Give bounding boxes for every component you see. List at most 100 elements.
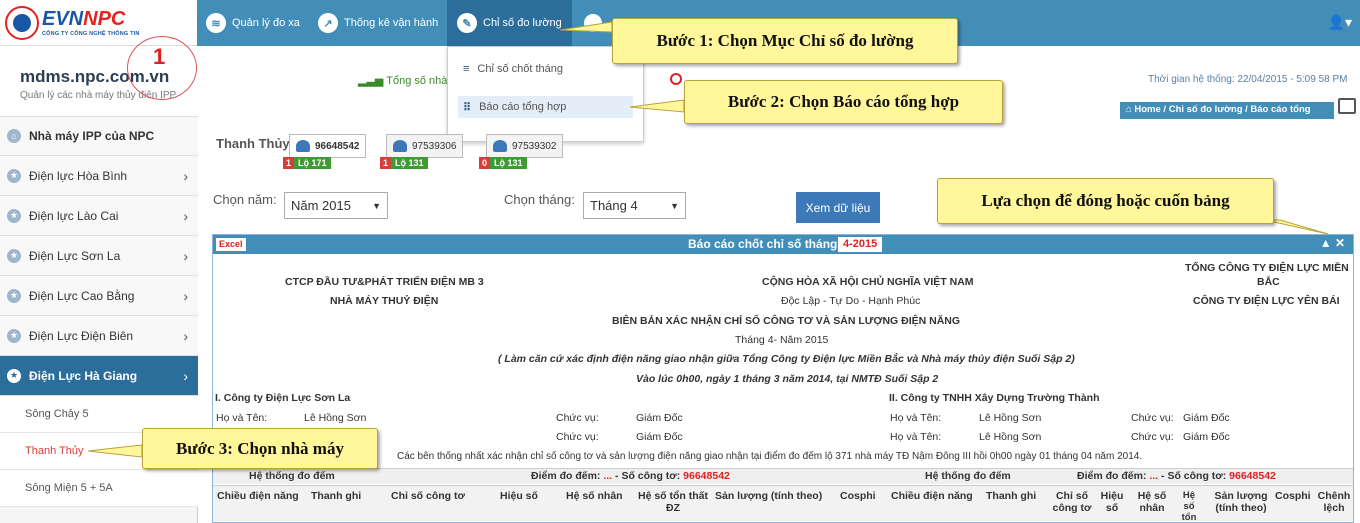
col-header: Thanh ghi — [986, 490, 1037, 502]
edit-icon: ✎ — [457, 13, 477, 33]
col-header: Chênh lệch — [1317, 490, 1351, 514]
sidebar-item-npc-ipp[interactable]: ⌂ Nhà máy IPP của NPC — [0, 116, 198, 156]
gauge-icon — [493, 140, 507, 152]
chevron-right-icon: › — [183, 207, 188, 224]
doc-cv-1: Chức vụ: — [556, 412, 599, 424]
doc-hvt-1: Họ và Tên: — [216, 412, 268, 424]
star-icon: ★ — [7, 288, 21, 303]
chevron-right-icon: › — [183, 287, 188, 304]
col-header: Thanh ghi — [311, 490, 362, 502]
grid-icon: ⠿ — [463, 101, 472, 114]
meter-button-3[interactable]: 97539302 — [486, 134, 563, 158]
doc-pos-1b: Giám Đốc — [636, 431, 683, 443]
sidebar-sub-song-mien[interactable]: Sông Miện 5 + 5A — [0, 470, 198, 507]
callout-step-3: Bước 3: Chọn nhà máy — [142, 428, 378, 469]
monitor-icon[interactable] — [1338, 98, 1356, 114]
sidebar-item-ha-giang[interactable]: ★ Điện Lực Hà Giang › — [0, 356, 198, 396]
doc-time: Vào lúc 0h00, ngày 1 tháng 3 năm 2014, t… — [636, 373, 939, 385]
doc-agreement: Các bên thống nhất xác nhận chỉ số công … — [397, 451, 1143, 462]
group-system-1: Hệ thống đo đếm — [249, 470, 335, 482]
nav-remote-management[interactable]: ≋ Quản lý đo xa — [200, 0, 306, 46]
doc-pos-2: Giám Đốc — [1183, 412, 1230, 424]
year-label: Chọn năm: — [213, 192, 277, 207]
circle-icon — [584, 14, 602, 32]
plant-name: Thanh Thủy — [216, 136, 290, 151]
col-header: Cosphi — [1275, 490, 1311, 502]
chart-line-icon: ↗ — [318, 13, 338, 33]
doc-party-2: II. Công ty TNHH Xây Dựng Trường Thành — [889, 392, 1100, 404]
col-header: Hệ số tổn — [1181, 490, 1197, 523]
sidebar-item-cao-bang[interactable]: ★ Điện Lực Cao Bằng › — [0, 276, 198, 316]
meter-button-2[interactable]: 97539306 — [386, 134, 463, 158]
caret-down-icon: ▼ — [372, 200, 381, 211]
home-icon: ⌂ — [7, 129, 21, 143]
gauge-icon — [296, 140, 310, 152]
doc-plant-left: NHÀ MÁY THUỶ ĐIỆN — [330, 295, 439, 307]
group-point-1: Điểm đo đếm: ... - Số công tơ: 96648542 — [531, 470, 730, 482]
col-header: Hệ số nhân — [1137, 490, 1167, 514]
meter-badge-3: 0 Lộ 131 — [479, 157, 527, 169]
col-header: Hệ số tổn thất ĐZ — [638, 490, 708, 514]
collapse-close-icons[interactable]: ▲ ✕ — [1320, 236, 1345, 250]
col-header: Sản lượng (tính theo) — [715, 490, 823, 502]
callout-collapse-hint: Lựa chọn để đóng hoặc cuốn bảng — [937, 178, 1274, 224]
doc-company-right-3: CÔNG TY ĐIỆN LỰC YÊN BÁI — [1193, 295, 1340, 307]
menu-item-summary-report[interactable]: ⠿ Báo cáo tổng hợp — [458, 96, 633, 118]
star-icon: ★ — [7, 208, 21, 223]
sidebar-item-son-la[interactable]: ★ Điện Lực Sơn La › — [0, 236, 198, 276]
breadcrumb: ⌂ Home / Chỉ số đo lường / Báo cáo tổng — [1120, 102, 1334, 119]
user-icon[interactable]: 👤▾ — [1328, 14, 1352, 31]
star-icon: ★ — [7, 248, 21, 263]
signal-icon: ▂▃▅ — [358, 75, 387, 87]
col-header: Hệ số nhân — [566, 490, 623, 502]
database-icon: ≡ — [463, 63, 470, 75]
col-header: Hiệu số — [1100, 490, 1124, 514]
doc-name-2: Lê Hồng Sơn — [979, 412, 1042, 424]
doc-purpose: ( Làm căn cứ xác định điện năng giao nhậ… — [498, 353, 1075, 365]
check-circle-icon — [670, 73, 682, 85]
view-data-button[interactable]: Xem dữ liệu — [796, 192, 880, 223]
wifi-icon: ≋ — [206, 13, 226, 33]
caret-down-icon: ▼ — [670, 200, 679, 211]
sidebar-item-hoa-binh[interactable]: ★ Điện lực Hòa Bình › — [0, 156, 198, 196]
doc-title: BIÊN BẢN XÁC NHẬN CHỈ SỐ CÔNG TƠ VÀ SẢN … — [612, 315, 961, 327]
doc-month: Tháng 4- Năm 2015 — [735, 334, 829, 346]
sidebar-item-dien-bien[interactable]: ★ Điện Lực Điện Biên › — [0, 316, 198, 356]
report-panel: Excel Báo cáo chốt chỉ số tháng: 4-2015 … — [212, 234, 1354, 523]
month-label: Chọn tháng: — [504, 192, 575, 207]
star-icon: ★ — [7, 328, 21, 343]
nav-measurement-index[interactable]: ✎ Chỉ số đo lường — [447, 0, 572, 46]
system-time: Thời gian hệ thống: 22/04/2015 - 5:09 58… — [1148, 74, 1348, 85]
month-select[interactable]: Tháng 4 ▼ — [583, 192, 686, 219]
nav-hidden-item[interactable] — [584, 0, 608, 46]
doc-company-right-2: BẮC — [1257, 276, 1280, 288]
meter-badge-1: 1 Lộ 171 — [283, 157, 331, 169]
callout-arrow-4 — [1264, 219, 1329, 235]
plant-count-text: ▂▃▅ Tổng số nhà m — [358, 75, 460, 87]
doc-hvt-2: Họ và Tên: — [890, 412, 942, 424]
col-header: Chỉ số công tơ — [1052, 490, 1092, 514]
table-group-header: Hệ thống đo đếm Điểm đo đếm: ... - Số cô… — [213, 468, 1353, 484]
doc-name-1: Lê Hồng Sơn — [304, 412, 367, 424]
chevron-right-icon: › — [183, 327, 188, 344]
year-select[interactable]: Năm 2015 ▼ — [284, 192, 388, 219]
nav-label: Thống kê vận hành — [344, 17, 439, 29]
doc-pos-2b: Giám Đốc — [1183, 431, 1230, 443]
doc-nation: CỘNG HÒA XÃ HỘI CHỦ NGHĨA VIỆT NAM — [762, 276, 974, 288]
doc-cv-2b: Chức vụ: — [1131, 431, 1174, 443]
excel-export-button[interactable]: Excel — [216, 238, 246, 251]
doc-party-1: I. Công ty Điện Lực Sơn La — [215, 392, 351, 404]
meter-button-1[interactable]: 96648542 — [289, 134, 366, 158]
nav-operation-stats[interactable]: ↗ Thống kê vận hành — [312, 0, 444, 46]
brand-name-b: NPC — [83, 8, 126, 30]
doc-name-2b: Lê Hồng Sơn — [979, 431, 1042, 443]
menu-item-monthly-index[interactable]: ≡ Chỉ số chốt tháng — [458, 58, 633, 80]
group-system-2: Hệ thống đo đếm — [925, 470, 1011, 482]
doc-cv-1b: Chức vụ: — [556, 431, 599, 443]
brand-subtitle: CÔNG TY CÔNG NGHỆ THÔNG TIN — [42, 31, 140, 37]
col-header: Cosphi — [840, 490, 876, 502]
sidebar-item-lao-cai[interactable]: ★ Điện lực Lào Cai › — [0, 196, 198, 236]
col-header: Chiều điện năng — [217, 490, 299, 502]
panel-month-badge: 4-2015 — [838, 237, 883, 252]
step-marker-number: 1 — [153, 44, 166, 69]
